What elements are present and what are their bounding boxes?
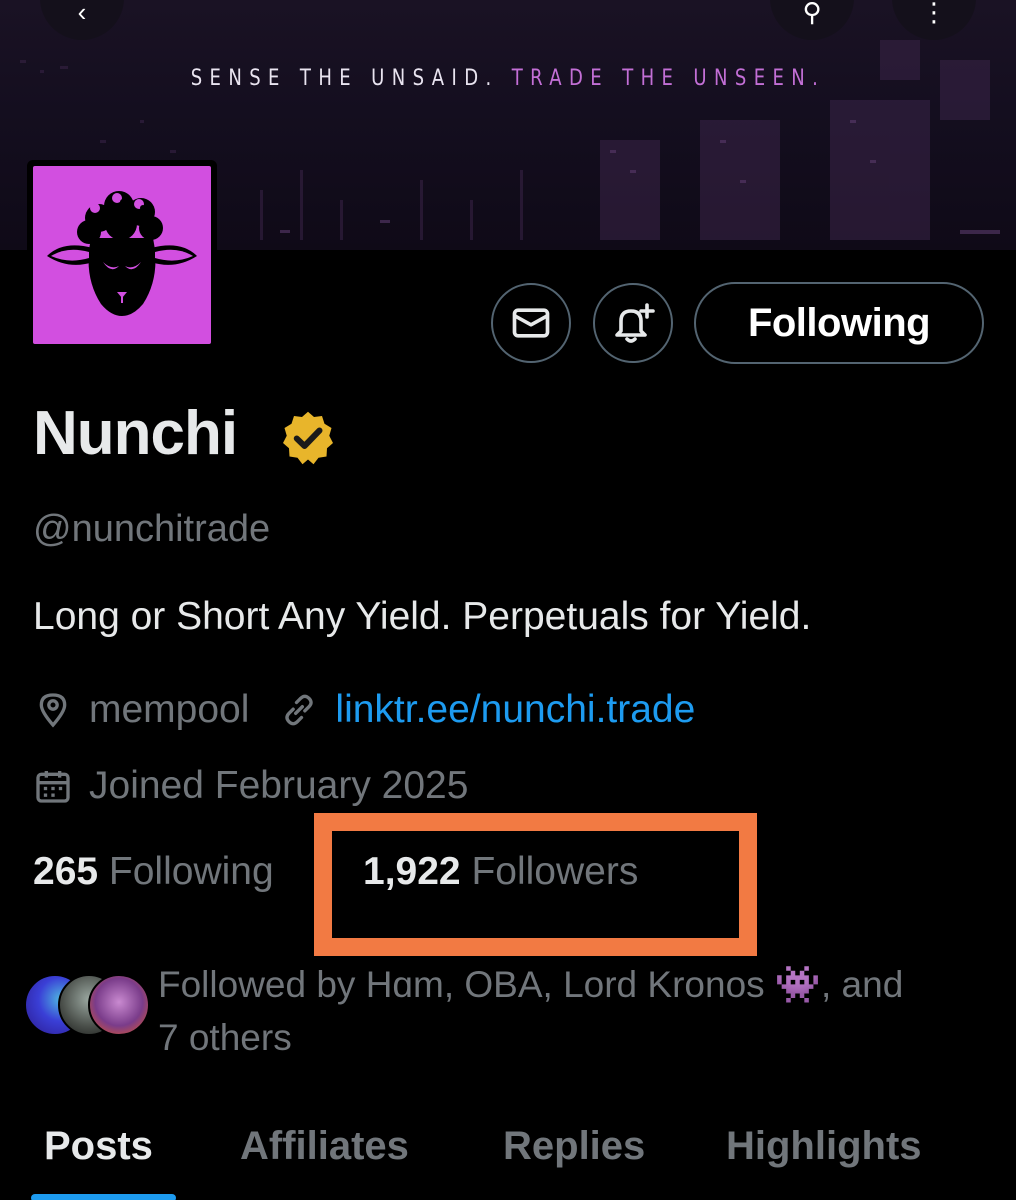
followed-by-line1: Followed by Hɑm, OBA, Lord Kronos 👾, and	[158, 964, 904, 1005]
avatar-background	[33, 166, 211, 344]
tagline-part1: SENSE THE UNSAID.	[190, 66, 499, 91]
following-button[interactable]: Following	[694, 282, 984, 364]
link-icon	[285, 694, 314, 726]
tab-replies[interactable]: Replies	[503, 1124, 645, 1169]
tab-highlights[interactable]: Highlights	[726, 1124, 922, 1169]
followed-by-line2: 7 others	[158, 1017, 292, 1058]
location-icon	[39, 693, 67, 728]
arrow-left-icon: ‹	[77, 0, 87, 27]
profile-location: mempool	[89, 688, 250, 731]
calendar-icon	[36, 771, 70, 803]
following-count: 265	[33, 850, 99, 893]
avatar	[88, 974, 150, 1036]
tab-affiliates[interactable]: Affiliates	[240, 1124, 409, 1169]
verified-badge-icon	[283, 411, 333, 465]
profile-name: Nunchi	[33, 399, 238, 468]
profile-joined-row: Joined February 2025	[33, 764, 468, 808]
profile-meta-row: mempool linktr.ee/nunchi.trade	[33, 688, 695, 732]
search-icon: ⚲	[802, 0, 822, 27]
followers-highlight-box	[314, 813, 757, 956]
profile-bio: Long or Short Any Yield. Perpetuals for …	[33, 595, 812, 638]
banner-tagline: SENSE THE UNSAID. TRADE THE UNSEEN.	[91, 66, 924, 91]
bell-plus-icon	[615, 303, 655, 343]
notify-button[interactable]	[593, 283, 673, 363]
profile-tabs: Posts Affiliates Replies Highlights	[0, 1120, 1016, 1200]
followed-by-avatars[interactable]	[24, 974, 150, 1038]
followed-by-text[interactable]: Followed by Hɑm, OBA, Lord Kronos 👾, and…	[158, 958, 988, 1064]
active-tab-indicator	[31, 1194, 176, 1200]
profile-joined-date: Joined February 2025	[89, 764, 469, 807]
profile-website-link[interactable]: linktr.ee/nunchi.trade	[335, 688, 695, 732]
message-button[interactable]	[491, 283, 571, 363]
mail-icon	[512, 308, 550, 338]
more-icon: ⋮	[921, 0, 947, 27]
profile-handle: @nunchitrade	[33, 508, 271, 550]
following-label: Following	[108, 850, 274, 893]
profile-avatar[interactable]	[27, 160, 217, 350]
tab-posts[interactable]: Posts	[44, 1124, 153, 1169]
following-stat[interactable]: 265 Following	[33, 850, 274, 894]
tagline-part2: TRADE THE UNSEEN.	[511, 66, 826, 91]
sheep-logo	[47, 191, 197, 316]
